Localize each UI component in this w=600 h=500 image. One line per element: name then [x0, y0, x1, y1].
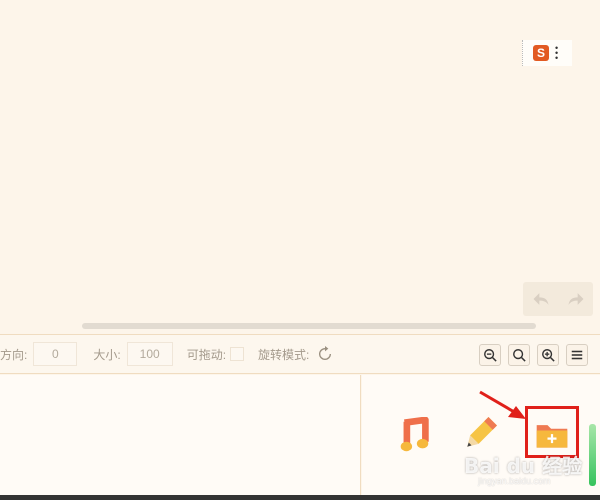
bottom-bar	[0, 495, 600, 500]
draggable-label: 可拖动:	[186, 347, 227, 362]
horizontal-scrollbar[interactable]	[82, 323, 536, 329]
baidu-watermark-url: jingyan.baidu.com	[478, 476, 551, 486]
annotation-arrow	[479, 390, 526, 419]
ime-more-icon[interactable]: • • •	[555, 43, 558, 62]
content-panel	[0, 375, 361, 495]
zoom-in-button[interactable]	[537, 344, 559, 366]
draggable-checkbox[interactable]	[230, 347, 245, 361]
rotate-icon[interactable]	[315, 344, 335, 364]
redo-icon[interactable]	[566, 289, 586, 309]
direction-input[interactable]: 0	[33, 342, 78, 366]
sogou-ime-logo: S	[533, 45, 549, 61]
zoom-out-icon	[484, 349, 497, 362]
zoom-reset-button[interactable]	[508, 344, 530, 366]
size-input[interactable]: 100	[126, 342, 173, 366]
ime-widget[interactable]: S • • •	[522, 40, 572, 66]
direction-label: 方向:	[0, 347, 28, 362]
rotate-mode-label: 旋转模式:	[258, 347, 310, 362]
undo-icon[interactable]	[531, 289, 551, 309]
zoom-reset-icon	[513, 349, 526, 362]
properties-toolbar: 方向: 0 大小: 100 可拖动: 旋转模式:	[0, 334, 600, 374]
size-label: 大小:	[93, 347, 121, 362]
menu-icon	[571, 350, 583, 360]
canvas-area[interactable]: S • • •	[0, 0, 600, 334]
highlight-box	[525, 406, 579, 458]
zoom-out-button[interactable]	[479, 344, 501, 366]
music-button[interactable]	[392, 414, 436, 458]
music-note-icon	[400, 417, 429, 452]
vertical-scrollbar[interactable]	[589, 424, 596, 486]
undo-redo-group	[523, 282, 593, 316]
zoom-in-icon	[542, 349, 555, 362]
menu-button[interactable]	[566, 344, 588, 366]
